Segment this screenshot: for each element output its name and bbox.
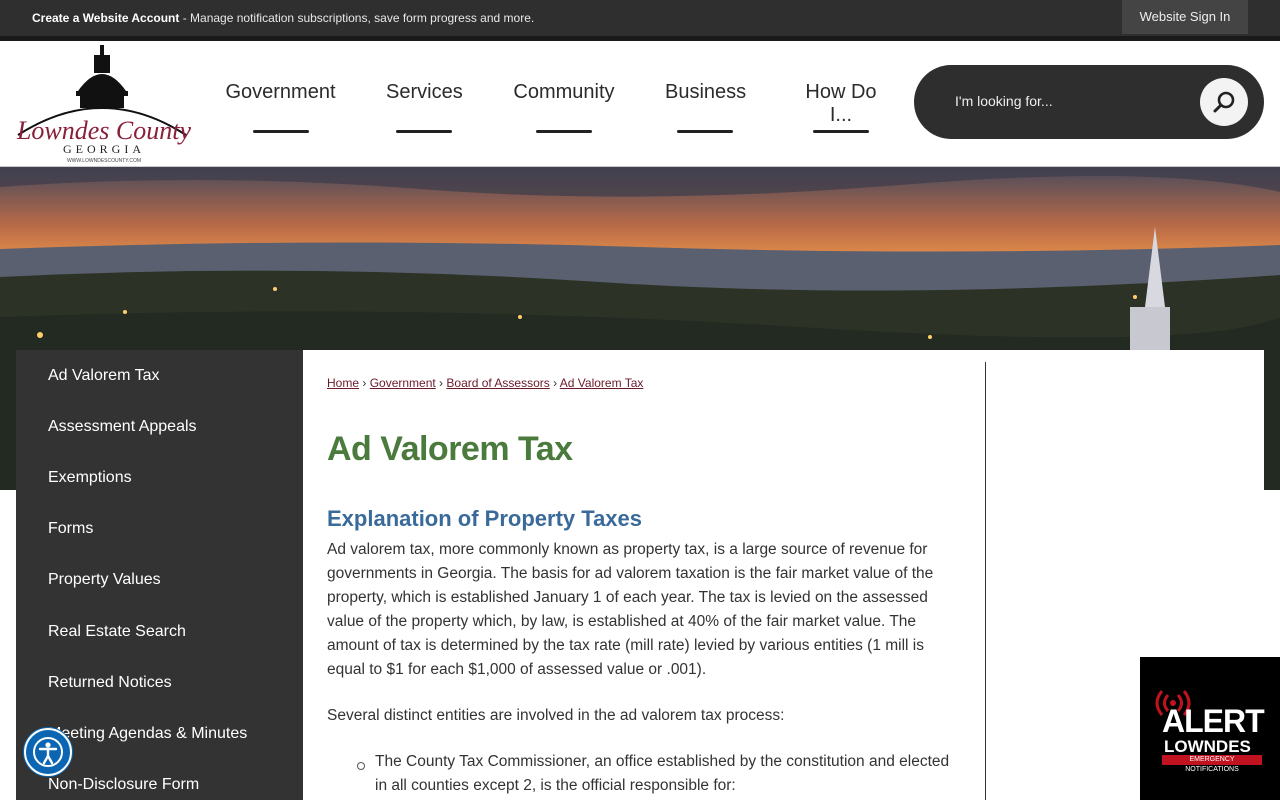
site-search: I'm looking for... xyxy=(914,65,1264,139)
logo-name: Lowndes County xyxy=(16,116,192,145)
sidebar-item-exemptions[interactable]: Exemptions xyxy=(48,469,132,487)
search-input[interactable]: I'm looking for... xyxy=(955,93,1053,109)
account-notice-text: - Manage notification subscriptions, sav… xyxy=(179,11,535,25)
search-icon xyxy=(1213,91,1235,113)
alert-lowndes-banner[interactable]: ALERT LOWNDES EMERGENCY NOTIFICATIONS xyxy=(1140,657,1280,800)
sidebar-item-returned-notices[interactable]: Returned Notices xyxy=(48,674,172,692)
list-bullet xyxy=(357,762,365,770)
nav-label: Community xyxy=(513,81,615,103)
sidebar-item-non-disclosure-form[interactable]: Non-Disclosure Form xyxy=(48,776,199,794)
sidebar-item-forms[interactable]: Forms xyxy=(48,520,93,538)
list-item: The County Tax Commissioner, an office e… xyxy=(375,753,950,794)
sidebar-item-assessment-appeals[interactable]: Assessment Appeals xyxy=(48,418,197,436)
alert-title: ALERT xyxy=(1162,703,1265,739)
intro-paragraph: Ad valorem tax, more commonly known as p… xyxy=(327,541,934,678)
nav-label: Government xyxy=(225,81,336,103)
nav-how-do-i[interactable]: How Do I... xyxy=(794,81,888,133)
search-button[interactable] xyxy=(1200,78,1248,126)
nav-label: How Do I... xyxy=(805,81,877,126)
nav-label: Business xyxy=(665,81,747,103)
breadcrumb-home[interactable]: Home xyxy=(327,376,359,390)
nav-government[interactable]: Government xyxy=(225,81,336,133)
website-sign-in-button[interactable]: Website Sign In xyxy=(1122,0,1248,34)
entities-paragraph: Several distinct entities are involved i… xyxy=(327,707,785,724)
sidebar-item-ad-valorem-tax[interactable]: Ad Valorem Tax xyxy=(48,367,159,385)
account-notice: Create a Website Account - Manage notifi… xyxy=(32,11,534,25)
sidebar-item-meeting-agendas[interactable]: Meeting Agendas & Minutes xyxy=(48,725,247,743)
page-title: Ad Valorem Tax xyxy=(327,430,573,468)
sidebar-item-property-values[interactable]: Property Values xyxy=(48,571,161,589)
accessibility-button[interactable] xyxy=(24,728,72,776)
breadcrumb-board-of-assessors[interactable]: Board of Assessors xyxy=(446,376,549,390)
nav-underline xyxy=(536,130,592,133)
nav-services[interactable]: Services xyxy=(386,81,463,133)
logo-url: WWW.LOWNDESCOUNTY.COM xyxy=(67,158,141,164)
breadcrumb-ad-valorem-tax[interactable]: Ad Valorem Tax xyxy=(560,376,644,390)
lowndes-county-logo[interactable]: Lowndes County GEORGIA WWW.LOWNDESCOUNTY… xyxy=(14,43,194,165)
nav-business[interactable]: Business xyxy=(665,81,747,133)
nav-underline xyxy=(396,130,452,133)
section-heading: Explanation of Property Taxes xyxy=(327,506,643,531)
nav-underline xyxy=(813,130,869,133)
nav-community[interactable]: Community xyxy=(512,81,616,133)
nav-label: Services xyxy=(386,81,463,103)
nav-underline xyxy=(252,130,309,133)
logo-state: GEORGIA xyxy=(63,142,145,156)
breadcrumb-government[interactable]: Government xyxy=(370,376,436,390)
breadcrumb: Home › Government › Board of Assessors ›… xyxy=(327,376,644,390)
top-utility-bar: Create a Website Account - Manage notifi… xyxy=(0,0,1280,41)
create-account-link[interactable]: Create a Website Account xyxy=(32,11,179,25)
accessibility-icon xyxy=(33,737,63,767)
alert-tagline: EMERGENCY NOTIFICATIONS xyxy=(1162,755,1262,773)
nav-underline xyxy=(677,130,733,133)
alert-subtitle: LOWNDES xyxy=(1164,737,1251,756)
site-header: Lowndes County GEORGIA WWW.LOWNDESCOUNTY… xyxy=(0,41,1280,167)
sidebar-item-real-estate-search[interactable]: Real Estate Search xyxy=(48,623,186,641)
content-divider xyxy=(985,362,986,800)
